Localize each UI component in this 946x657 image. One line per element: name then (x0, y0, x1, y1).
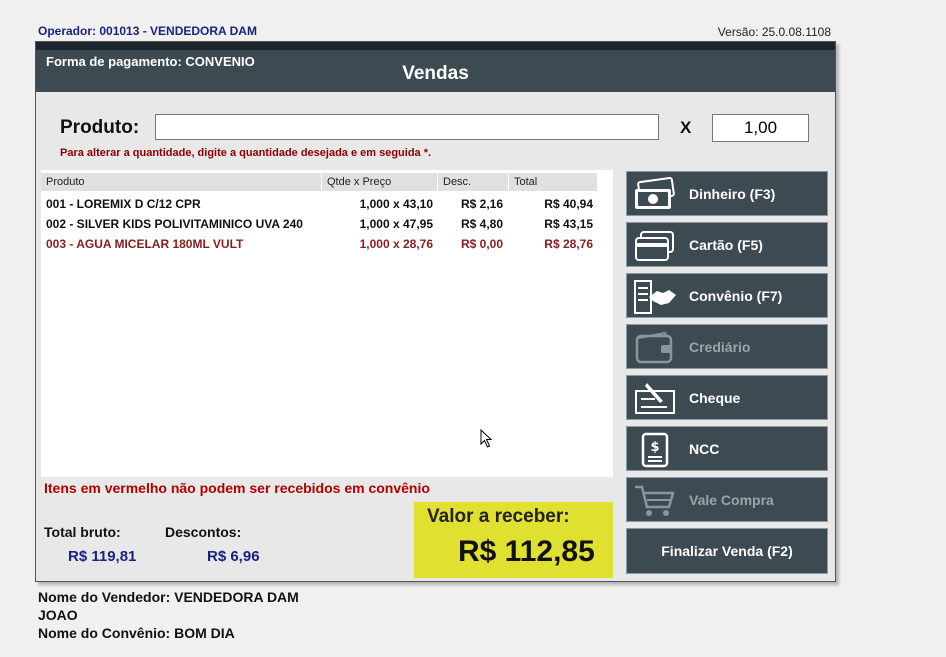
quantity-multiplier-label: X (680, 118, 692, 137)
finalize-sale-button[interactable]: Finalizar Venda (F2) (626, 528, 828, 574)
row-discount: R$ 4,80 (460, 217, 503, 231)
ncc-button[interactable]: $ NCC (626, 426, 828, 471)
wallet-icon (635, 331, 673, 364)
credit-card-icon (635, 231, 674, 261)
row-product: 001 - LOREMIX D C/12 CPR (46, 197, 201, 211)
ncc-button-label: NCC (689, 441, 720, 457)
agreement-button-label: Convênio (F7) (689, 288, 783, 304)
quantity-hint: Para alterar a quantidade, digite a quan… (60, 147, 432, 159)
version-label: Versão: 25.0.08.1108 (717, 25, 831, 39)
cash-icon (635, 177, 675, 209)
sale-footer: Nome do Vendedor: VENDEDORA DAM JOAO Nom… (38, 588, 299, 642)
row-discount: R$ 2,16 (460, 197, 503, 211)
table-row[interactable]: 001 - LOREMIX D C/12 CPR 1,000 x 43,10 R… (41, 194, 613, 214)
seller-name: Nome do Vendedor: VENDEDORA DAM (38, 589, 299, 605)
row-qty-price: 1,000 x 43,10 (359, 197, 433, 211)
window-top-bar (36, 42, 835, 50)
row-total: R$ 43,15 (544, 217, 593, 231)
check-icon (635, 383, 675, 414)
handshake-icon (634, 280, 676, 314)
cash-button[interactable]: Dinheiro (F3) (626, 171, 828, 216)
agreement-button[interactable]: Convênio (F7) (626, 273, 828, 318)
sales-window: Forma de pagamento: CONVENIO Vendas Prod… (35, 41, 836, 582)
receipt-icon: $ (641, 432, 669, 468)
voucher-button-label: Vale Compra (689, 492, 774, 508)
discount-label: Descontos: (165, 524, 242, 540)
window-title: Vendas (402, 63, 469, 84)
column-header-qty-price: Qtde x Preço (322, 173, 437, 191)
table-row[interactable]: 002 - SILVER KIDS POLIVITAMINICO UVA 240… (41, 214, 613, 234)
product-label: Produto: (60, 117, 140, 138)
operator-label: Operador: 001013 - VENDEDORA DAM (38, 24, 257, 38)
column-header-total: Total (509, 173, 597, 191)
row-total: R$ 40,94 (544, 197, 593, 211)
agreement-warning: Itens em vermelho não podem ser recebido… (44, 480, 430, 496)
items-table: Produto Qtde x Preço Desc. Total 001 - L… (41, 170, 613, 477)
row-qty-price: 1,000 x 28,76 (359, 237, 433, 251)
quantity-input[interactable] (712, 114, 809, 142)
row-discount: R$ 0,00 (460, 237, 503, 251)
shopping-cart-icon (635, 485, 675, 516)
agreement-name: Nome do Convênio: BOM DIA (38, 625, 235, 641)
column-header-product: Produto (41, 173, 321, 191)
check-button[interactable]: Cheque (626, 375, 828, 420)
cash-button-label: Dinheiro (F3) (689, 186, 776, 202)
discount-value: R$ 6,96 (207, 548, 260, 565)
row-total: R$ 28,76 (544, 237, 593, 251)
gross-total-value: R$ 119,81 (68, 548, 137, 565)
credit-plan-button-label: Crediário (689, 339, 751, 355)
product-input[interactable] (155, 114, 659, 140)
check-button-label: Cheque (689, 390, 741, 406)
card-button-label: Cartão (F5) (689, 237, 763, 253)
voucher-button[interactable]: Vale Compra (626, 477, 828, 522)
row-qty-price: 1,000 x 47,95 (359, 217, 433, 231)
row-product: 002 - SILVER KIDS POLIVITAMINICO UVA 240 (46, 217, 303, 231)
row-product: 003 - AGUA MICELAR 180ML VULT (46, 237, 244, 251)
amount-to-receive-label: Valor a receber: (427, 506, 570, 527)
table-row[interactable]: 003 - AGUA MICELAR 180ML VULT 1,000 x 28… (41, 234, 613, 254)
svg-text:$: $ (650, 440, 659, 455)
window-header: Forma de pagamento: CONVENIO Vendas (36, 50, 835, 92)
credit-plan-button[interactable]: Crediário (626, 324, 828, 369)
column-header-discount: Desc. (438, 173, 508, 191)
card-button[interactable]: Cartão (F5) (626, 222, 828, 267)
amount-to-receive-box: Valor a receber: R$ 112,85 (414, 502, 613, 578)
customer-name: JOAO (38, 607, 78, 623)
amount-to-receive-value: R$ 112,85 (458, 535, 595, 568)
mouse-cursor-icon (480, 429, 493, 448)
gross-total-label: Total bruto: (44, 524, 121, 540)
